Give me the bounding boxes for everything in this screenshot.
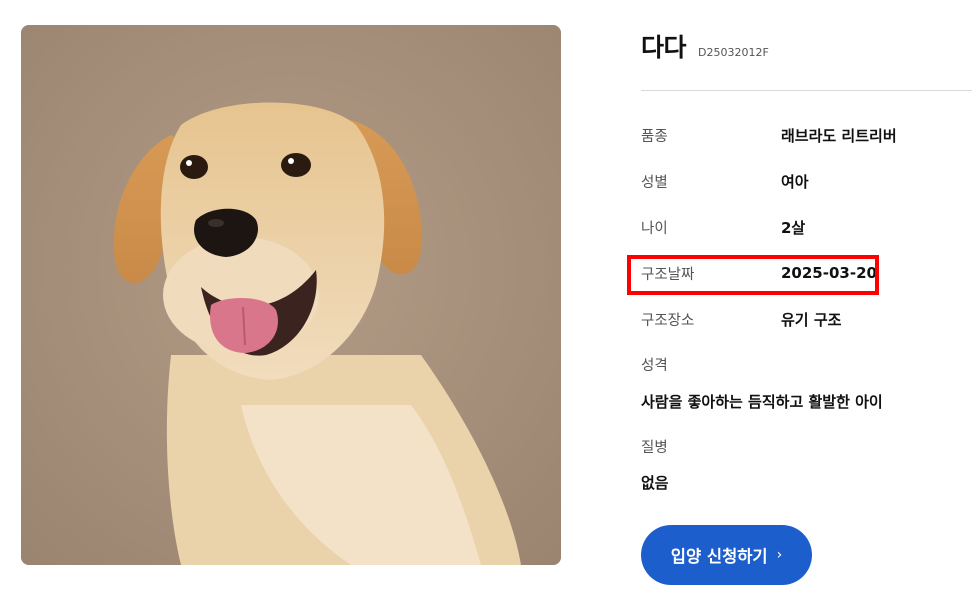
personality-label: 성격 — [641, 358, 668, 374]
pet-detail-page: 다다 D25032012F 품종 래브라도 리트리버 성별 여아 나이 2살 구… — [0, 0, 972, 614]
dog-image — [21, 25, 561, 565]
age-label: 나이 — [641, 220, 668, 237]
personality-value: 사람을 좋아하는 듬직하고 활발한 아이 — [641, 393, 883, 411]
highlight-box — [627, 255, 879, 295]
pet-info-panel: 다다 D25032012F 품종 래브라도 리트리버 성별 여아 나이 2살 구… — [627, 0, 972, 614]
chevron-right-icon: › — [776, 547, 783, 563]
rescue-place-label: 구조장소 — [641, 312, 695, 329]
title-row: 다다 D25032012F — [641, 28, 769, 64]
sex-value: 여아 — [781, 172, 809, 191]
pet-name: 다다 — [641, 33, 687, 62]
detail-row-age: 나이 2살 — [641, 215, 961, 239]
detail-row-sex: 성별 여아 — [641, 169, 961, 193]
detail-row-breed: 품종 래브라도 리트리버 — [641, 123, 961, 147]
rescue-place-value: 유기 구조 — [781, 310, 842, 329]
pet-id: D25032012F — [698, 46, 769, 59]
disease-label: 질병 — [641, 440, 668, 456]
adopt-apply-label: 입양 신청하기 — [670, 547, 768, 566]
age-value: 2살 — [781, 218, 806, 237]
breed-value: 래브라도 리트리버 — [781, 126, 897, 145]
adopt-apply-button[interactable]: 입양 신청하기 › — [641, 525, 812, 585]
sex-label: 성별 — [641, 174, 668, 191]
breed-label: 품종 — [641, 128, 668, 145]
detail-row-rescue-place: 구조장소 유기 구조 — [641, 307, 961, 331]
disease-value: 없음 — [641, 474, 669, 492]
pet-photo — [21, 25, 561, 565]
divider — [641, 90, 972, 91]
